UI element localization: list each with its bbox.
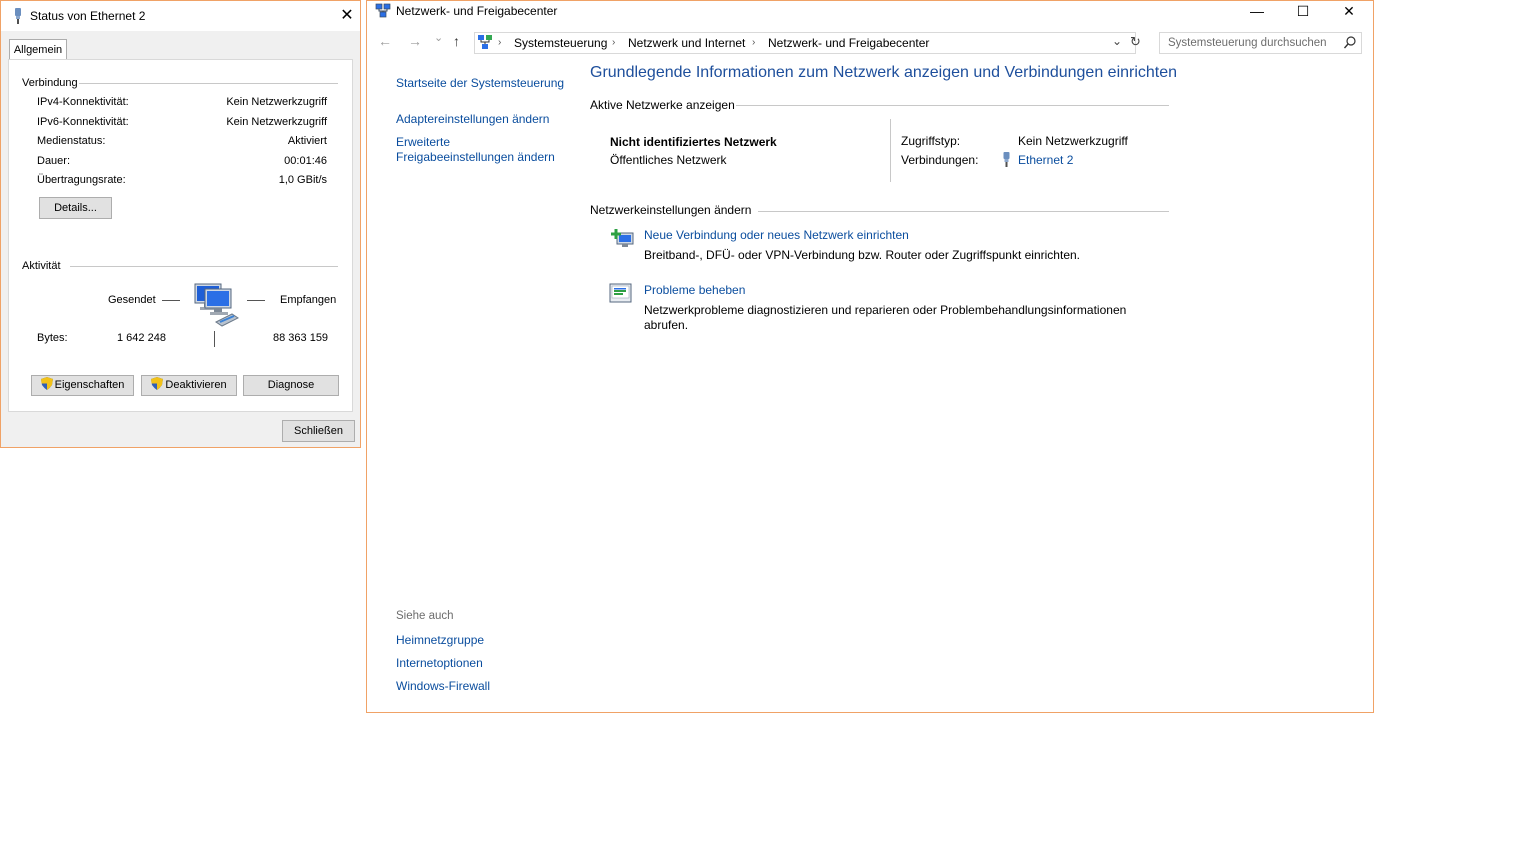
recent-locations-icon[interactable]: ⌄ — [434, 31, 443, 44]
active-networks-title: Aktive Netzwerke anzeigen — [590, 98, 735, 112]
activity-group-label: Aktivität — [22, 260, 61, 272]
refresh-icon[interactable]: ↻ — [1130, 34, 1141, 50]
general-tab-panel: Verbindung IPv4-Konnektivität: Kein Netz… — [8, 59, 353, 412]
up-arrow-icon[interactable]: ↑ — [453, 33, 460, 49]
bytes-divider — [214, 331, 215, 347]
tab-general[interactable]: Allgemein — [9, 39, 67, 60]
network-center-icon — [375, 3, 391, 22]
sidebar-internet-options-link[interactable]: Internetoptionen — [396, 656, 483, 670]
main-window-title: Netzwerk- und Freigabecenter — [396, 4, 558, 18]
new-connection-link[interactable]: Neue Verbindung oder neues Netzwerk einr… — [644, 228, 909, 242]
see-also-label: Siehe auch — [396, 610, 454, 622]
control-panel-icon — [478, 35, 492, 53]
ipv4-value: Kein Netzwerkzugriff — [226, 96, 327, 108]
breadcrumb-network-center[interactable]: Netzwerk- und Freigabecenter — [768, 36, 929, 50]
bytes-label: Bytes: — [37, 332, 68, 344]
connections-label: Verbindungen: — [901, 153, 979, 167]
status-titlebar[interactable]: Status von Ethernet 2 ✕ — [1, 1, 360, 31]
address-bar[interactable]: › Systemsteuerung › Netzwerk und Interne… — [474, 32, 1136, 54]
breadcrumb-separator: › — [498, 37, 502, 48]
ethernet-icon — [13, 8, 23, 27]
properties-button[interactable]: Eigenschaften — [31, 375, 134, 396]
new-connection-description: Breitband-, DFÜ- oder VPN-Verbindung bzw… — [644, 248, 1080, 262]
maximize-icon[interactable]: ☐ — [1280, 1, 1326, 23]
connection-group-label: Verbindung — [22, 77, 78, 89]
breadcrumb-network-internet[interactable]: Netzwerk und Internet — [628, 36, 745, 50]
close-icon[interactable]: ✕ — [335, 6, 359, 26]
sidebar-windows-firewall-link[interactable]: Windows-Firewall — [396, 679, 490, 693]
media-status-value: Aktiviert — [287, 135, 327, 147]
bytes-received-value: 88 363 159 — [273, 332, 329, 344]
network-type: Öffentliches Netzwerk — [610, 153, 727, 167]
ethernet-2-link[interactable]: Ethernet 2 — [1018, 153, 1073, 167]
close-icon[interactable]: ✕ — [1326, 1, 1372, 23]
breadcrumb-systemsteuerung[interactable]: Systemsteuerung — [514, 36, 607, 50]
search-icon — [1343, 36, 1356, 52]
speed-label: Übertragungsrate: — [37, 174, 126, 186]
sent-line — [162, 300, 180, 301]
breadcrumb-separator: › — [612, 37, 616, 48]
sent-label: Gesendet — [108, 294, 156, 306]
diagnose-button[interactable]: Diagnose — [243, 375, 339, 396]
troubleshoot-link[interactable]: Probleme beheben — [644, 283, 745, 297]
divider — [758, 211, 1169, 212]
speed-value: 1,0 GBit/s — [278, 174, 327, 186]
breadcrumb-separator: › — [752, 37, 756, 48]
sidebar-adapter-settings-link[interactable]: Adaptereinstellungen ändern — [396, 112, 549, 126]
ipv6-value: Kein Netzwerkzugriff — [226, 116, 327, 128]
search-placeholder: Systemsteuerung durchsuchen — [1168, 37, 1327, 49]
page-title: Grundlegende Informationen zum Netzwerk … — [590, 64, 1178, 81]
access-type-value: Kein Netzwerkzugriff — [1018, 134, 1128, 148]
change-settings-title: Netzwerkeinstellungen ändern — [590, 203, 752, 217]
sidebar-advanced-line2: Freigabeeinstellungen ändern — [396, 150, 555, 164]
uac-shield-icon — [151, 377, 164, 390]
sidebar-advanced-line1: Erweiterte — [396, 135, 451, 149]
received-line — [247, 300, 265, 301]
back-arrow-icon[interactable]: ← — [378, 33, 392, 49]
bytes-sent-value: 1 642 248 — [117, 332, 166, 344]
sidebar-homegroup-link[interactable]: Heimnetzgruppe — [396, 633, 484, 647]
ipv6-label: IPv6-Konnektivität: — [37, 116, 129, 128]
divider — [79, 83, 338, 84]
divider — [736, 105, 1169, 106]
divider — [70, 266, 338, 267]
forward-arrow-icon[interactable]: → — [408, 33, 422, 49]
status-window-title: Status von Ethernet 2 — [30, 9, 146, 23]
uac-shield-icon — [40, 377, 53, 390]
media-status-label: Medienstatus: — [37, 135, 106, 147]
ethernet-icon — [1002, 152, 1011, 170]
properties-button-label: Eigenschaften — [54, 379, 125, 391]
duration-label: Dauer: — [37, 155, 71, 167]
disable-button[interactable]: Deaktivieren — [141, 375, 237, 396]
network-name: Nicht identifiziertes Netzwerk — [610, 135, 777, 149]
address-dropdown-icon[interactable]: ⌄ — [1112, 34, 1122, 48]
close-button[interactable]: Schließen — [282, 420, 355, 442]
details-button[interactable]: Details... — [39, 197, 112, 219]
access-type-label: Zugriffstyp: — [901, 134, 961, 148]
vertical-divider — [890, 119, 891, 182]
troubleshoot-description-line1: Netzwerkprobleme diagnostizieren und rep… — [644, 303, 1127, 317]
disable-button-label: Deaktivieren — [165, 379, 227, 391]
received-label: Empfangen — [280, 294, 337, 306]
new-connection-icon — [609, 226, 635, 253]
sidebar-home-link[interactable]: Startseite der Systemsteuerung — [396, 76, 564, 90]
network-sharing-center-window: Netzwerk- und Freigabecenter — ☐ ✕ ← → ⌄… — [366, 0, 1374, 713]
duration-value: 00:01:46 — [284, 155, 327, 167]
minimize-icon[interactable]: — — [1234, 1, 1280, 23]
troubleshoot-icon — [609, 282, 633, 309]
search-input[interactable]: Systemsteuerung durchsuchen — [1159, 32, 1362, 54]
troubleshoot-description-line2: abrufen. — [644, 318, 689, 332]
sidebar-advanced-sharing-link[interactable]: Erweiterte Freigabeeinstellungen ändern — [396, 135, 555, 165]
troubleshoot-description: Netzwerkprobleme diagnostizieren und rep… — [644, 303, 1126, 333]
ipv4-label: IPv4-Konnektivität: — [37, 96, 129, 108]
network-computers-icon — [194, 282, 242, 331]
status-dialog: Status von Ethernet 2 ✕ Allgemein Verbin… — [0, 0, 361, 448]
